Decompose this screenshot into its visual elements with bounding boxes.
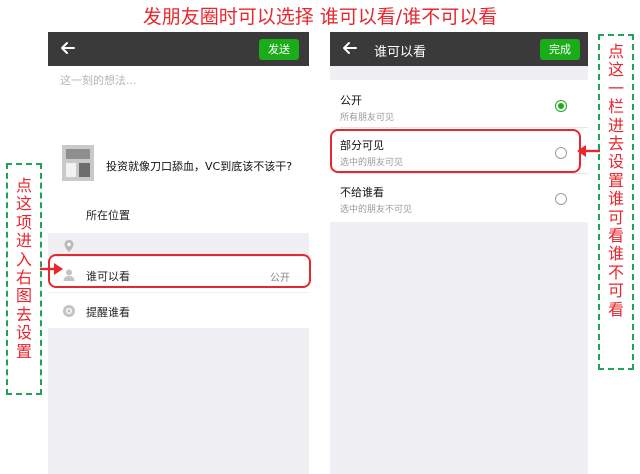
headline: 发朋友圈时可以选择 谁可以看/谁不可以看 [142, 6, 498, 28]
mention-row[interactable]: 提醒谁看 [48, 293, 309, 328]
annotation-char: 栏 [607, 97, 624, 117]
annotation-char: 一 [607, 78, 624, 98]
left-annotation-box: 点 这 项 进 入 右 图 去 设 置 [6, 163, 42, 395]
annotation-char: 可 [607, 207, 624, 227]
visibility-top-bar: 谁可以看 完成 [330, 32, 588, 66]
option-title: 公开 [340, 94, 362, 107]
compose-top-bar: 发送 [48, 32, 309, 66]
annotation-char: 看 [607, 299, 624, 319]
option-subtitle: 所有朋友可见 [340, 113, 395, 123]
annotation-char: 看 [607, 226, 624, 246]
back-arrow-icon[interactable] [340, 38, 360, 58]
location-pin-icon [64, 240, 74, 252]
annotation-char: 谁 [607, 189, 624, 209]
annotation-char: 谁 [607, 244, 624, 264]
annotation-char: 设 [607, 152, 624, 172]
annotation-char: 项 [15, 212, 32, 232]
option-title: 不给谁看 [340, 186, 384, 199]
annotation-char: 可 [607, 281, 624, 301]
annotation-char: 进 [15, 231, 32, 251]
divider [340, 173, 588, 174]
annotation-char: 设 [15, 323, 32, 343]
annotation-char: 去 [15, 304, 32, 324]
right-annotation-box: 点 这 一 栏 进 去 设 置 谁 可 看 谁 不 可 看 [598, 34, 634, 370]
radio-selected-icon[interactable] [555, 100, 567, 112]
pointer-arrow-icon [40, 263, 63, 275]
pointer-arrow-icon [577, 145, 600, 157]
post-text-input[interactable]: 这一刻的想法... [60, 72, 137, 88]
option-subtitle: 选中的朋友不可见 [340, 205, 413, 215]
visibility-highlight-frame [48, 254, 311, 288]
who-can-see-screen: 谁可以看 完成 公开 所有朋友可见 部分可见 选中的朋友可见 不给谁看 选中的朋… [330, 32, 588, 474]
annotation-char: 去 [607, 134, 624, 154]
at-sign-icon [63, 305, 75, 317]
send-button[interactable]: 发送 [259, 39, 299, 60]
link-thumbnail [62, 145, 94, 181]
mention-label: 提醒谁看 [86, 306, 130, 319]
annotation-char: 图 [15, 286, 32, 306]
annotation-char: 这 [15, 194, 32, 214]
visibility-page-title: 谁可以看 [374, 45, 427, 60]
annotation-char: 进 [607, 115, 624, 135]
location-option[interactable]: 所在位置 [86, 207, 130, 223]
done-button[interactable]: 完成 [540, 39, 580, 60]
annotation-char: 入 [15, 249, 32, 269]
link-title: 投资就像刀口舔血，VC到底该不该干? [106, 160, 293, 173]
divider [340, 127, 588, 128]
compose-moment-screen: 发送 这一刻的想法... 投资就像刀口舔血，VC到底该不该干? 所在位置 谁可以… [48, 32, 309, 474]
annotation-char: 这 [607, 60, 624, 80]
back-arrow-icon[interactable] [58, 38, 78, 58]
annotation-char: 置 [607, 170, 624, 190]
annotation-char: 点 [15, 176, 32, 195]
annotation-char: 点 [607, 42, 624, 61]
annotation-char: 置 [15, 341, 32, 361]
radio-empty-icon[interactable] [555, 193, 567, 205]
annotation-char: 不 [607, 262, 624, 282]
annotation-char: 右 [15, 268, 32, 288]
partial-visible-highlight-frame [330, 129, 581, 173]
